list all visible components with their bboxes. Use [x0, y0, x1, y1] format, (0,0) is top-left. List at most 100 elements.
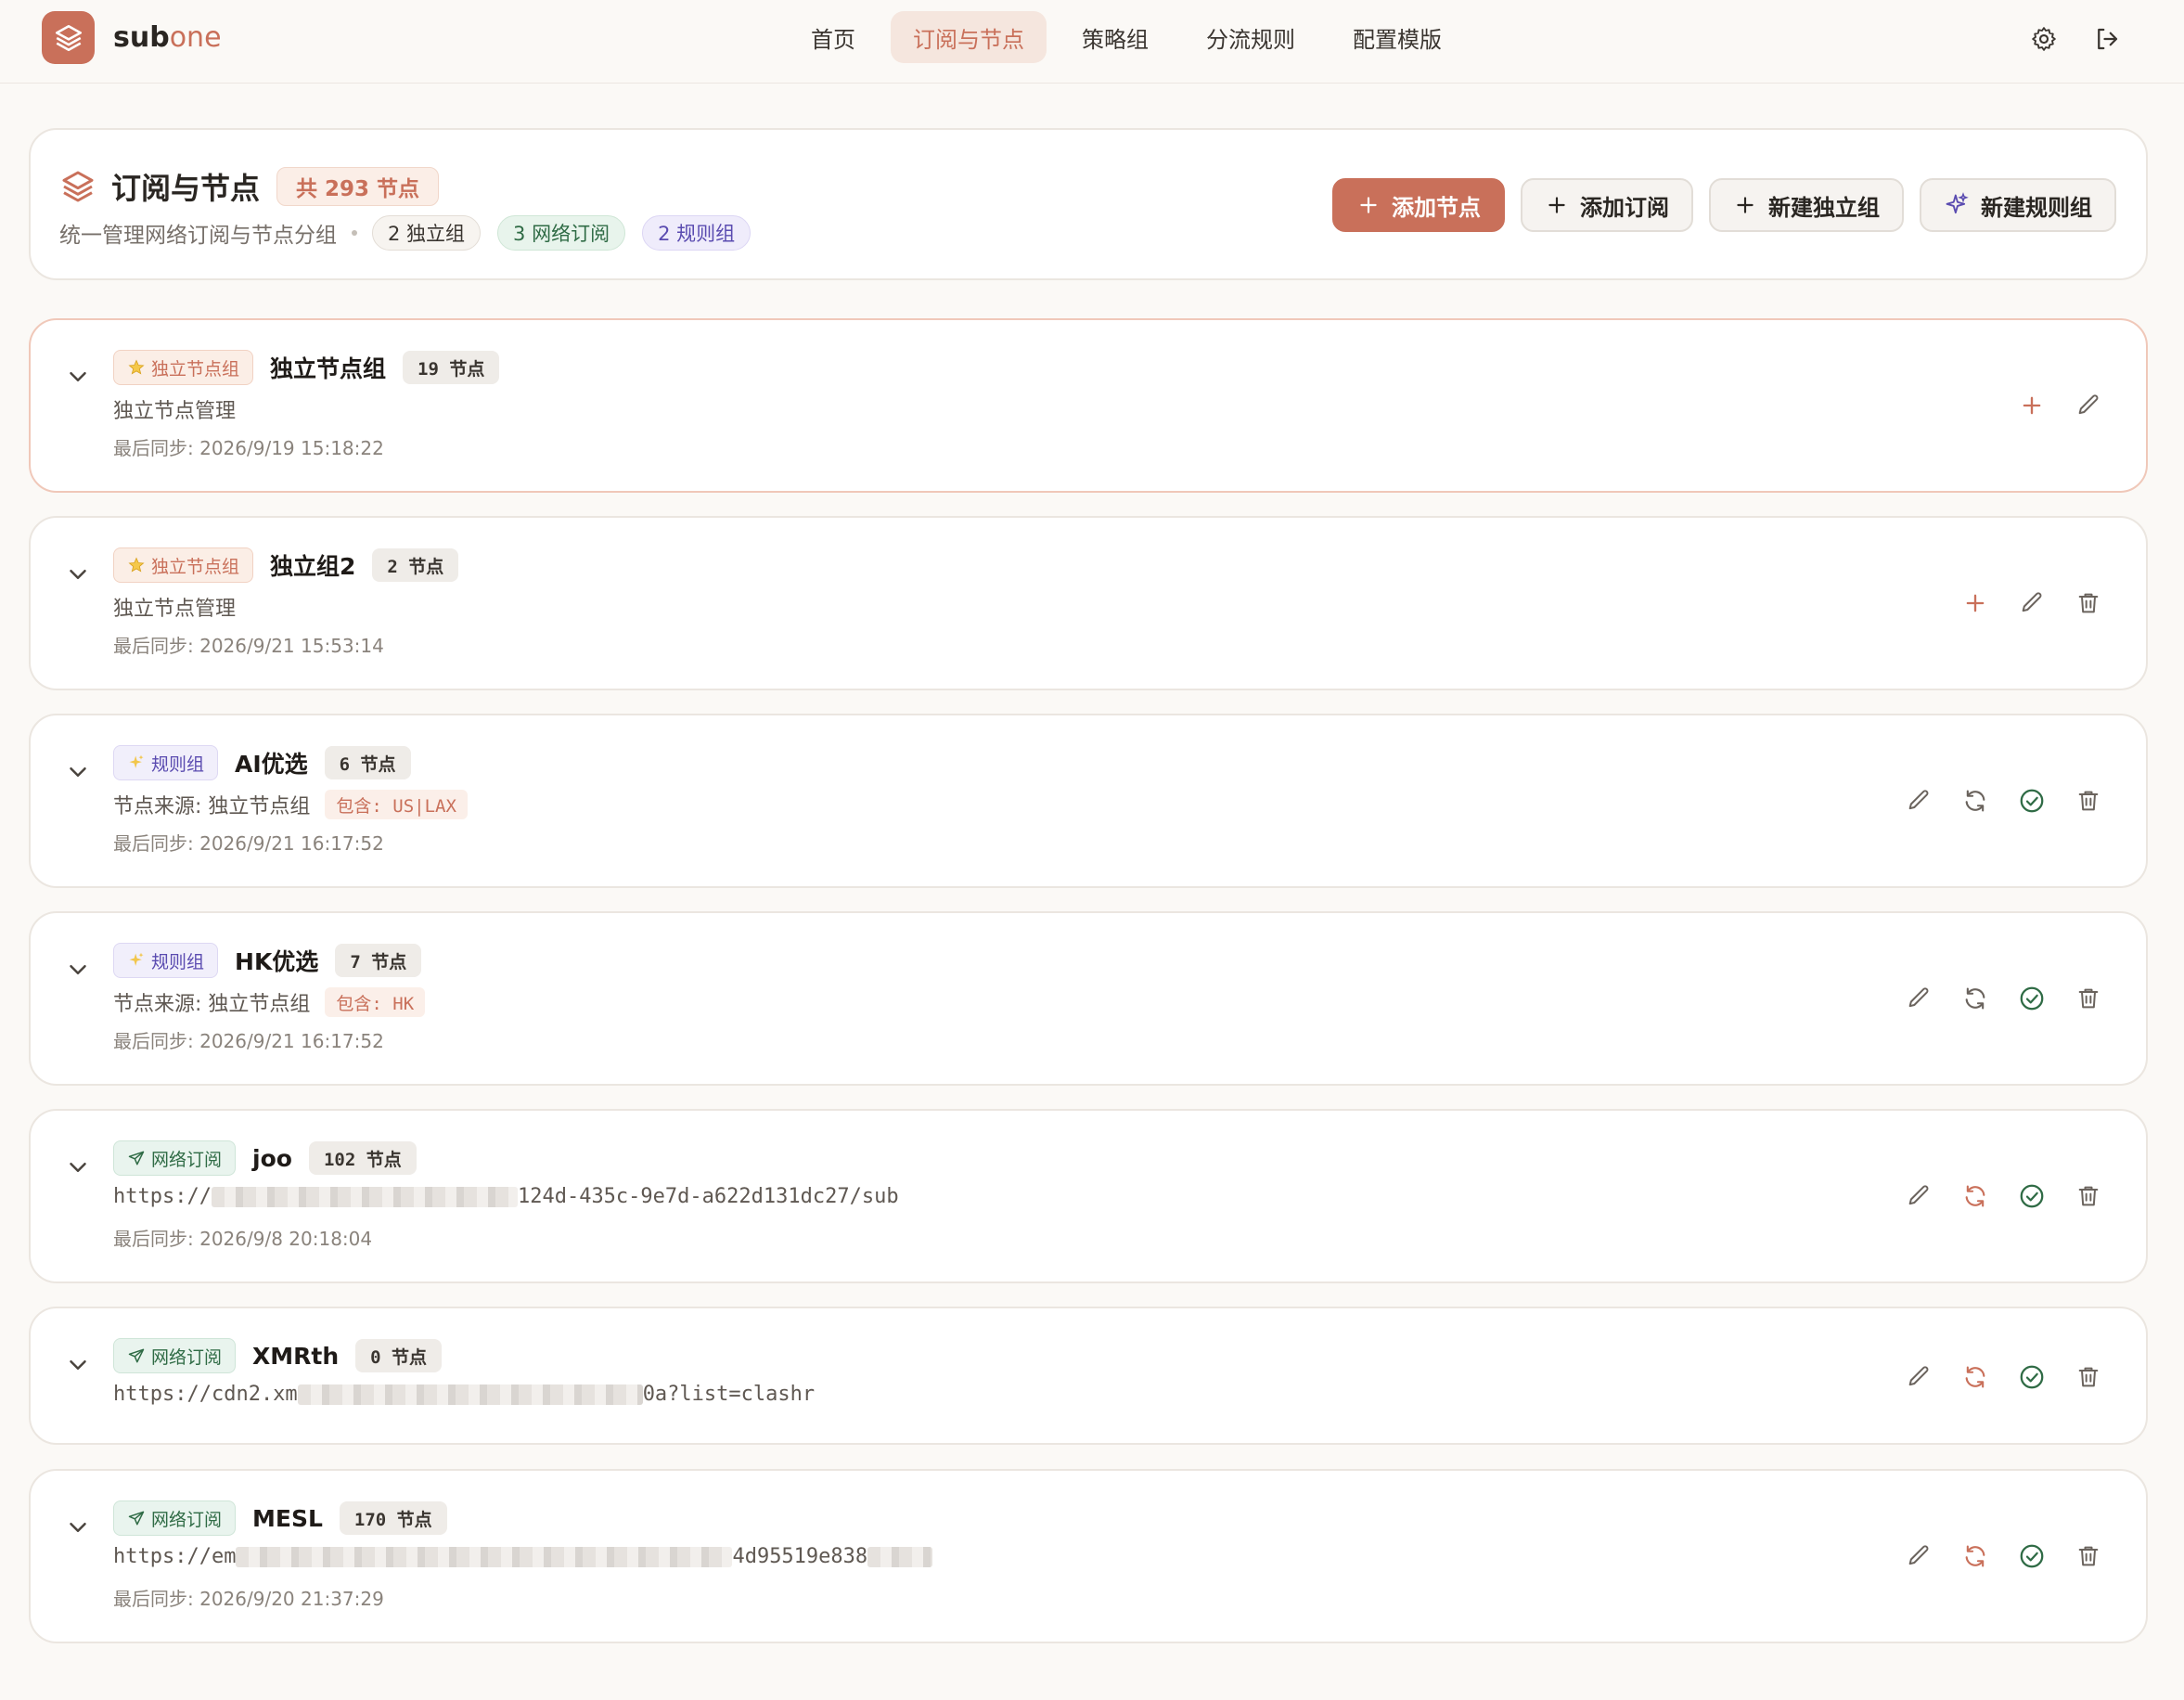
node-count-badge: 7 节点 — [335, 944, 422, 977]
edit-pencil-icon[interactable] — [1900, 980, 1937, 1017]
new-independent-group-button[interactable]: 新建独立组 — [1709, 178, 1904, 232]
add-node-icon[interactable] — [2013, 387, 2050, 424]
group-name: MESL — [252, 1504, 323, 1532]
node-count-badge: 170 节点 — [339, 1501, 447, 1535]
edit-pencil-icon[interactable] — [1900, 1538, 1937, 1575]
layers-icon — [59, 168, 96, 205]
nav-home[interactable]: 首页 — [789, 11, 878, 63]
last-sync-text: 最后同步: 2026/9/20 21:37:29 — [113, 1588, 384, 1610]
redacted-blur — [236, 1546, 733, 1567]
nav-config-templates[interactable]: 配置模版 — [1330, 11, 1464, 63]
chevron-down-icon[interactable] — [64, 758, 92, 790]
subscription-url: https://em 4d95519e838 — [113, 1545, 933, 1568]
chevron-down-icon[interactable] — [64, 363, 92, 394]
group-name: AI优选 — [235, 751, 308, 778]
subscriptions-count-pill: 3 网络订阅 — [497, 215, 626, 251]
page-title: 订阅与节点 — [111, 171, 261, 206]
brand-logo-icon — [42, 11, 95, 64]
sparkle-icon — [127, 753, 146, 772]
type-badge: 网络订阅 — [113, 1500, 237, 1536]
check-circle-icon[interactable] — [2013, 1359, 2050, 1396]
edit-pencil-icon[interactable] — [2070, 387, 2107, 424]
chevron-down-icon[interactable] — [64, 1153, 92, 1185]
filter-badge: 包含: US|LAX — [325, 790, 468, 819]
group-card: 规则组 AI优选 6 节点 节点来源: 独立节点组 包含: US|LAX 最后同步… — [29, 714, 2148, 888]
check-circle-icon[interactable] — [2013, 1178, 2050, 1215]
node-source-text: 节点来源: 独立节点组 包含: HK — [113, 987, 426, 1017]
edit-pencil-icon[interactable] — [1900, 1178, 1937, 1215]
check-circle-icon[interactable] — [2013, 782, 2050, 819]
plus-icon — [1545, 193, 1569, 217]
refresh-icon[interactable] — [1957, 980, 1994, 1017]
independent-groups-count-pill: 2 独立组 — [372, 215, 482, 251]
add-node-button[interactable]: 添加节点 — [1332, 178, 1505, 232]
nav-routing-rules[interactable]: 分流规则 — [1184, 11, 1317, 63]
chevron-down-icon[interactable] — [64, 1513, 92, 1545]
type-badge: 独立节点组 — [113, 350, 254, 385]
add-subscription-button[interactable]: 添加订阅 — [1521, 178, 1693, 232]
filter-badge: 包含: HK — [325, 987, 426, 1017]
plane-icon — [127, 1346, 146, 1365]
check-circle-icon[interactable] — [2013, 1538, 2050, 1575]
star-icon — [127, 358, 146, 377]
type-badge: 独立节点组 — [113, 547, 254, 583]
sparkle-icon — [127, 951, 146, 970]
delete-trash-icon[interactable] — [2070, 782, 2107, 819]
check-circle-icon[interactable] — [2013, 980, 2050, 1017]
new-rule-group-button[interactable]: 新建规则组 — [1920, 178, 2116, 232]
group-name: 独立组2 — [270, 553, 356, 580]
group-description: 独立节点管理 — [113, 598, 237, 621]
page-header-card: 订阅与节点 共 293 节点 统一管理网络订阅与节点分组 2 独立组 3 网络订… — [29, 128, 2148, 280]
delete-trash-icon[interactable] — [2070, 980, 2107, 1017]
refresh-icon[interactable] — [1957, 1538, 1994, 1575]
group-name: 独立节点组 — [270, 355, 387, 382]
nav-subscriptions-nodes[interactable]: 订阅与节点 — [891, 11, 1047, 63]
node-count-badge: 0 节点 — [355, 1339, 443, 1372]
group-card: 网络订阅 MESL 170 节点 https://em 4d95519e838 最… — [29, 1469, 2148, 1643]
last-sync-text: 最后同步: 2026/9/21 15:53:14 — [113, 635, 384, 657]
type-badge: 规则组 — [113, 745, 219, 780]
chevron-down-icon[interactable] — [64, 956, 92, 987]
subscription-url: https://124d-435c-9e7d-a622d131dc27/sub — [113, 1185, 899, 1208]
group-card: 规则组 HK优选 7 节点 节点来源: 独立节点组 包含: HK 最后同步: 20… — [29, 911, 2148, 1086]
sparkle-icon — [1944, 192, 1970, 218]
chevron-down-icon[interactable] — [64, 1351, 92, 1383]
delete-trash-icon[interactable] — [2070, 1538, 2107, 1575]
group-card: 独立节点组 独立节点组 19 节点 独立节点管理 最后同步: 2026/9/19… — [29, 318, 2148, 493]
redacted-blur — [867, 1546, 933, 1567]
nav-policy-groups[interactable]: 策略组 — [1060, 11, 1171, 63]
brand-name: subone — [113, 21, 222, 54]
type-badge: 网络订阅 — [113, 1140, 237, 1176]
refresh-icon[interactable] — [1957, 782, 1994, 819]
redacted-blur — [297, 1384, 643, 1405]
node-count-badge: 19 节点 — [403, 351, 500, 384]
main-nav: 首页 订阅与节点 策略组 分流规则 配置模版 — [789, 11, 1464, 63]
last-sync-text: 最后同步: 2026/9/8 20:18:04 — [113, 1228, 373, 1250]
chevron-down-icon[interactable] — [64, 560, 92, 592]
logout-icon[interactable] — [2088, 20, 2126, 58]
group-card: 独立节点组 独立组2 2 节点 独立节点管理 最后同步: 2026/9/21 1… — [29, 516, 2148, 690]
edit-pencil-icon[interactable] — [2013, 585, 2050, 622]
delete-trash-icon[interactable] — [2070, 1359, 2107, 1396]
group-name: HK优选 — [235, 948, 319, 975]
last-sync-text: 最后同步: 2026/9/19 15:18:22 — [113, 437, 384, 459]
refresh-icon[interactable] — [1957, 1178, 1994, 1215]
delete-trash-icon[interactable] — [2070, 1178, 2107, 1215]
edit-pencil-icon[interactable] — [1900, 1359, 1937, 1396]
group-name: XMRth — [252, 1342, 340, 1370]
plus-icon — [1356, 193, 1381, 217]
refresh-icon[interactable] — [1957, 1359, 1994, 1396]
total-nodes-badge: 共 293 节点 — [276, 167, 440, 206]
brand[interactable]: subone — [42, 11, 222, 64]
node-source-text: 节点来源: 独立节点组 包含: US|LAX — [113, 790, 468, 819]
page-subtitle: 统一管理网络订阅与节点分组 — [59, 224, 337, 248]
plane-icon — [127, 1509, 146, 1527]
edit-pencil-icon[interactable] — [1900, 782, 1937, 819]
separator-dot — [352, 230, 357, 236]
settings-gear-icon[interactable] — [2025, 20, 2062, 58]
plus-icon — [1733, 193, 1757, 217]
node-count-badge: 2 节点 — [372, 548, 459, 582]
delete-trash-icon[interactable] — [2070, 585, 2107, 622]
plane-icon — [127, 1149, 146, 1167]
add-node-icon[interactable] — [1957, 585, 1994, 622]
